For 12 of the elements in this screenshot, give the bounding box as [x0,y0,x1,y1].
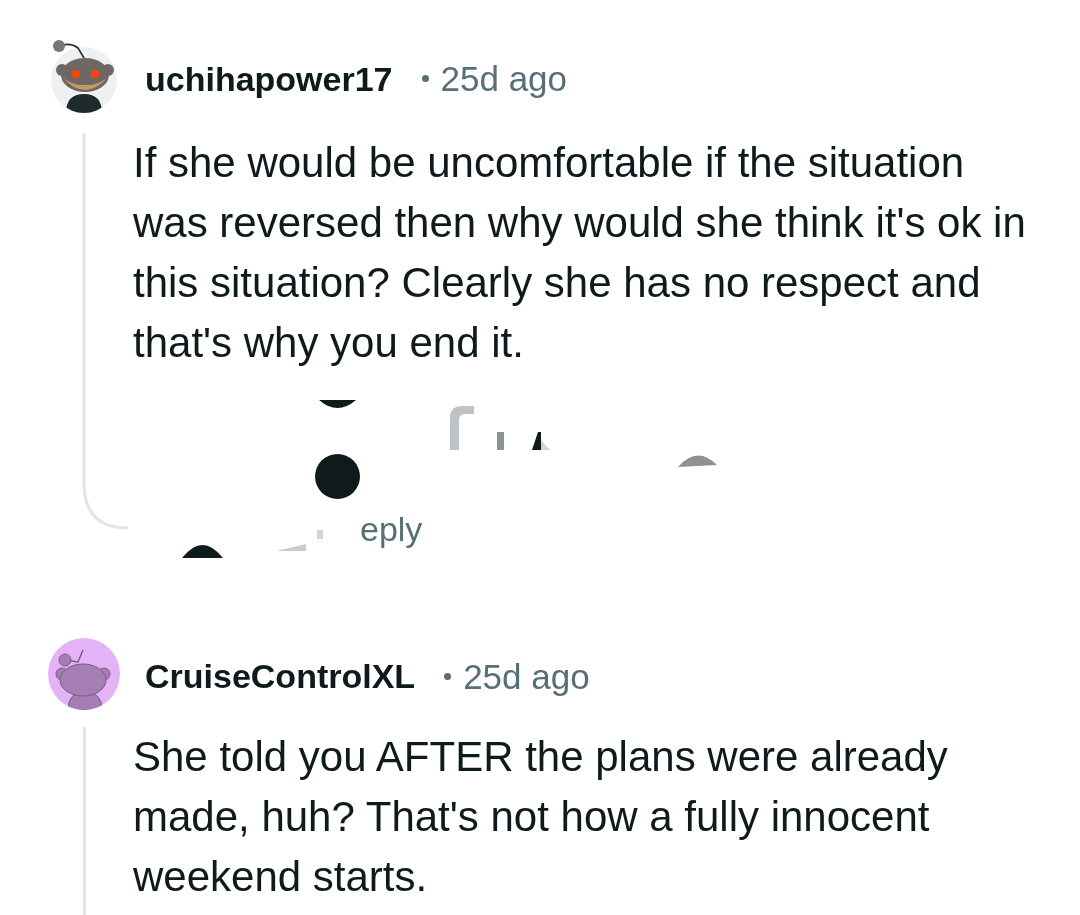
timestamp: 25d ago [440,61,568,96]
bracket-fragment-icon [450,406,550,450]
username[interactable]: uchihapower17 [145,61,393,96]
comment-text: If she would be uncomfortable if the situation was reversed then why would she think it's ok in this situation? Clearly she has no respect and that's why you end it. [133,138,1027,368]
wedge-fragment-icon [276,544,306,551]
avatar-icon [48,40,120,113]
avatar-icon [48,638,120,710]
username[interactable]: CruiseControlXL [145,659,416,693]
fragment-icon [317,530,323,539]
label-fragment: eply [360,512,423,546]
timestamp: 25d ago [463,658,590,694]
comment-text: She told you AFTER the plans were already made, huh? That's not how a fully innocent weekend starts. [133,732,949,902]
